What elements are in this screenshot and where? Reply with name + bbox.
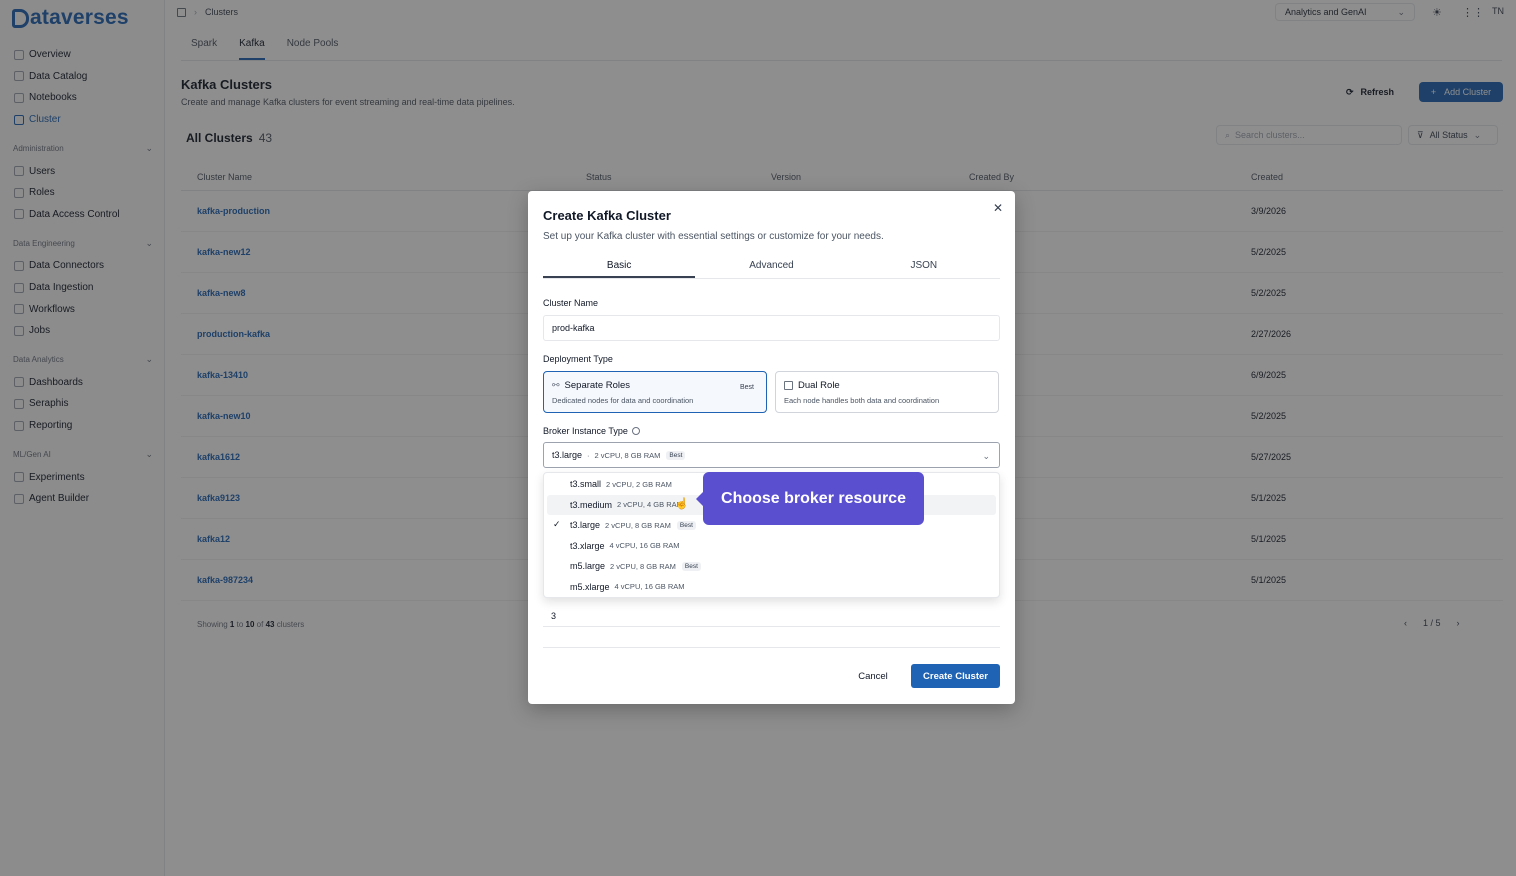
selected-instance-specs: 2 vCPU, 8 GB RAM — [594, 450, 661, 460]
nodes-icon: ⚯ — [552, 380, 560, 390]
option-name: t3.small — [570, 479, 602, 490]
option-name: t3.medium — [570, 499, 613, 510]
create-cluster-button[interactable]: Create Cluster — [911, 664, 1000, 688]
best-badge: Best — [666, 450, 686, 460]
option-specs: 4 vCPU, 16 GB RAM — [609, 541, 680, 551]
option-specs: 2 vCPU, 8 GB RAM — [610, 561, 676, 571]
deployment-option-header: Dual Role — [784, 380, 990, 391]
option-name: m5.xlarge — [570, 581, 610, 592]
option-m5-large[interactable]: m5.large 2 vCPU, 8 GB RAM Best — [547, 556, 996, 577]
deployment-option-desc: Each node handles both data and coordina… — [784, 396, 940, 405]
deployment-option-header: ⚯ Separate Roles — [552, 380, 758, 391]
server-icon — [784, 381, 793, 390]
broker-instance-select[interactable]: t3.large · 2 vCPU, 8 GB RAM Best ⌄ — [543, 442, 1000, 468]
tab-advanced[interactable]: Advanced — [695, 257, 847, 278]
deployment-option-desc: Dedicated nodes for data and coordinatio… — [552, 396, 694, 405]
broker-label-text: Broker Instance Type — [543, 426, 628, 436]
dialog-title: Create Kafka Cluster — [543, 208, 671, 223]
cluster-name-label: Cluster Name — [543, 298, 599, 308]
check-icon: ✓ — [553, 519, 561, 529]
option-specs: 4 vCPU, 16 GB RAM — [614, 582, 685, 592]
close-icon[interactable]: ✕ — [993, 201, 1003, 215]
deployment-option-title: Dual Role — [798, 380, 840, 391]
selected-instance-name: t3.large — [552, 450, 583, 460]
deployment-option-dual-role[interactable]: Dual Role Each node handles both data an… — [775, 371, 999, 413]
deployment-option-separate-roles[interactable]: ⚯ Separate Roles Dedicated nodes for data… — [543, 371, 767, 413]
chevron-down-icon: ⌄ — [982, 451, 990, 461]
info-icon[interactable] — [631, 427, 640, 435]
option-name: t3.large — [570, 520, 601, 531]
create-kafka-cluster-dialog: ✕ Create Kafka Cluster Set up your Kafka… — [528, 191, 1015, 704]
option-name: m5.large — [570, 561, 606, 572]
cancel-button[interactable]: Cancel — [848, 664, 898, 688]
best-badge: Best — [739, 384, 754, 391]
deployment-type-label: Deployment Type — [543, 354, 613, 364]
dialog-subtitle: Set up your Kafka cluster with essential… — [543, 231, 884, 242]
tab-basic[interactable]: Basic — [543, 257, 696, 278]
deployment-option-title: Separate Roles — [564, 380, 631, 391]
separator-dot: · — [587, 450, 590, 460]
option-name: t3.xlarge — [570, 540, 605, 551]
guide-tooltip: Choose broker resource — [696, 472, 924, 525]
broker-count-field[interactable]: 3 — [543, 605, 1000, 627]
best-badge: Best — [681, 561, 701, 571]
broker-instance-type-label: Broker Instance Type — [543, 426, 640, 436]
option-t3-xlarge[interactable]: t3.xlarge 4 vCPU, 16 GB RAM — [547, 536, 996, 557]
cluster-name-field[interactable]: prod-kafka — [543, 315, 1000, 341]
dialog-tabs: Basic Advanced JSON — [543, 257, 1000, 279]
option-specs: 2 vCPU, 2 GB RAM — [606, 479, 672, 489]
hand-cursor-icon: ☝ — [675, 498, 689, 510]
tab-json[interactable]: JSON — [848, 257, 1000, 278]
option-m5-xlarge[interactable]: m5.xlarge 4 vCPU, 16 GB RAM — [547, 577, 996, 598]
dialog-footer-divider — [543, 647, 1000, 648]
best-badge: Best — [676, 520, 696, 530]
option-specs: 2 vCPU, 8 GB RAM — [605, 520, 671, 530]
option-specs: 2 vCPU, 4 GB RAM — [617, 500, 683, 510]
